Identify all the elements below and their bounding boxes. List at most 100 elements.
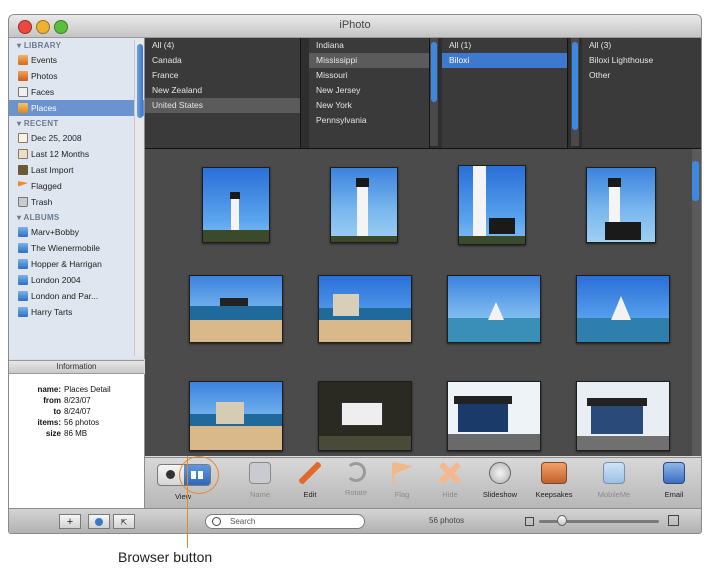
state-item[interactable]: New York (309, 98, 429, 113)
photo-thumbnail-pier[interactable] (189, 275, 283, 343)
email-icon (663, 462, 685, 484)
sidebar-item-album[interactable]: Hopper & Harrigan (9, 256, 144, 272)
edit-button[interactable]: Edit (285, 462, 335, 506)
photo-thumbnail-sailboat[interactable] (576, 275, 670, 343)
sidebar-item-dec-25[interactable]: Dec 25, 2008 (9, 130, 144, 146)
place-item[interactable]: Other (582, 68, 701, 83)
city-item-selected[interactable]: Biloxi (442, 53, 567, 68)
city-scroll-thumb[interactable] (572, 42, 578, 130)
mobileme-icon (603, 462, 625, 484)
sidebar-item-photos[interactable]: Photos (9, 68, 144, 84)
sidebar-item-album[interactable]: London 2004 (9, 272, 144, 288)
clock-icon (18, 149, 28, 159)
recent-heading[interactable]: ▾ RECENT (9, 116, 144, 130)
info-icon (166, 470, 175, 479)
sidebar-item-album[interactable]: London and Par... (9, 288, 144, 304)
photo-thumbnail-lighthouse[interactable] (586, 167, 656, 243)
browser-button-callout-ring (179, 456, 219, 494)
photo-thumbnail-house[interactable] (576, 381, 670, 451)
albums-heading[interactable]: ▾ ALBUMS (9, 210, 144, 224)
info-row-items: items:56 photos (9, 417, 144, 428)
rotate-button[interactable]: Rotate (331, 462, 381, 506)
sidebar-item-album[interactable]: Harry Tarts (9, 304, 144, 320)
flag-icon (391, 462, 413, 484)
photo-grid (145, 149, 701, 456)
photo-thumbnail-lighthouse[interactable] (458, 165, 526, 245)
sidebar-item-places[interactable]: Places (9, 100, 144, 116)
state-item[interactable]: Pennsylvania (309, 113, 429, 128)
place-item[interactable]: Biloxi Lighthouse (582, 53, 701, 68)
source-list: ▾ LIBRARY Events Photos Faces Places ▾ R… (9, 38, 145, 359)
sidebar-item-flagged[interactable]: Flagged (9, 178, 144, 194)
mobileme-button[interactable]: MobileMe (589, 462, 639, 506)
information-pane-header[interactable]: Information (9, 360, 144, 374)
toolbar: View Name Edit Rotate Flag Hide Slidesho… (145, 457, 701, 508)
state-scrollbar[interactable] (430, 38, 438, 146)
fullscreen-button[interactable]: ⇱ (113, 514, 135, 529)
photo-thumbnail-lighthouse[interactable] (202, 167, 270, 243)
large-size-icon[interactable] (668, 515, 679, 526)
state-item-selected[interactable]: Mississippi (309, 53, 429, 68)
photo-thumbnail-fort[interactable] (189, 381, 283, 451)
place-item[interactable]: All (3) (582, 38, 701, 53)
search-input[interactable] (230, 516, 358, 527)
trash-icon (18, 197, 28, 207)
photo-thumbnail-lighthouse[interactable] (330, 167, 398, 243)
state-scroll-thumb[interactable] (431, 42, 437, 102)
rotate-icon (346, 462, 366, 482)
state-item[interactable]: Missouri (309, 68, 429, 83)
small-size-icon[interactable] (525, 517, 534, 526)
hide-button[interactable]: Hide (425, 462, 475, 506)
bottom-bar: + ⇱ 56 photos (9, 508, 701, 534)
library-heading[interactable]: ▾ LIBRARY (9, 38, 144, 52)
photo-thumbnail-fort[interactable] (318, 275, 412, 343)
browser-button-caption: Browser button (118, 549, 212, 565)
window-title: iPhoto (9, 19, 701, 31)
name-icon (249, 462, 271, 484)
country-item[interactable]: France (145, 68, 300, 83)
info-row-name: name:Places Detail (9, 384, 144, 395)
sidebar-item-album[interactable]: Marv+Bobby (9, 224, 144, 240)
state-item[interactable]: New Jersey (309, 83, 429, 98)
photo-thumbnail-house[interactable] (447, 381, 541, 451)
sidebar-item-trash[interactable]: Trash (9, 194, 144, 210)
sidebar-item-album[interactable]: The Wienermobile (9, 240, 144, 256)
keepsakes-button[interactable]: Keepsakes (529, 462, 579, 506)
search-icon[interactable] (212, 517, 221, 526)
country-column: All (4) Canada France New Zealand United… (145, 38, 301, 148)
info-row-to: to8/24/07 (9, 406, 144, 417)
album-icon (18, 307, 28, 317)
sidebar-item-events[interactable]: Events (9, 52, 144, 68)
title-bar: iPhoto (9, 15, 701, 38)
edit-icon (299, 462, 321, 484)
sidebar-scroll-thumb[interactable] (137, 44, 143, 118)
name-button[interactable]: Name (235, 462, 285, 506)
events-icon (18, 55, 28, 65)
information-pane: name:Places Detail from8/23/07 to8/24/07… (9, 374, 145, 510)
add-button[interactable]: + (59, 514, 81, 529)
photos-icon (18, 71, 28, 81)
info-button[interactable] (88, 514, 110, 529)
photo-thumbnail-sign[interactable] (318, 381, 412, 451)
state-item[interactable]: Indiana (309, 38, 429, 53)
flag-button[interactable]: Flag (377, 462, 427, 506)
email-button[interactable]: Email (649, 462, 699, 506)
city-item[interactable]: All (1) (442, 38, 567, 53)
flag-icon (18, 181, 28, 191)
thumbnail-size-slider-knob[interactable] (557, 515, 567, 526)
country-item[interactable]: New Zealand (145, 83, 300, 98)
country-item[interactable]: All (4) (145, 38, 300, 53)
photo-grid-scroll-thumb[interactable] (692, 161, 699, 201)
sidebar-item-faces[interactable]: Faces (9, 84, 144, 100)
sidebar-item-last-12-months[interactable]: Last 12 Months (9, 146, 144, 162)
city-column: All (1) Biloxi (442, 38, 568, 148)
calendar-icon (18, 133, 28, 143)
sidebar-item-last-import[interactable]: Last Import (9, 162, 144, 178)
slideshow-button[interactable]: Slideshow (475, 462, 525, 506)
city-scrollbar[interactable] (571, 38, 579, 146)
search-field (205, 514, 365, 529)
photo-thumbnail-sailboat[interactable] (447, 275, 541, 343)
country-item[interactable]: Canada (145, 53, 300, 68)
album-icon (18, 275, 28, 285)
country-item-selected[interactable]: United States (145, 98, 300, 113)
